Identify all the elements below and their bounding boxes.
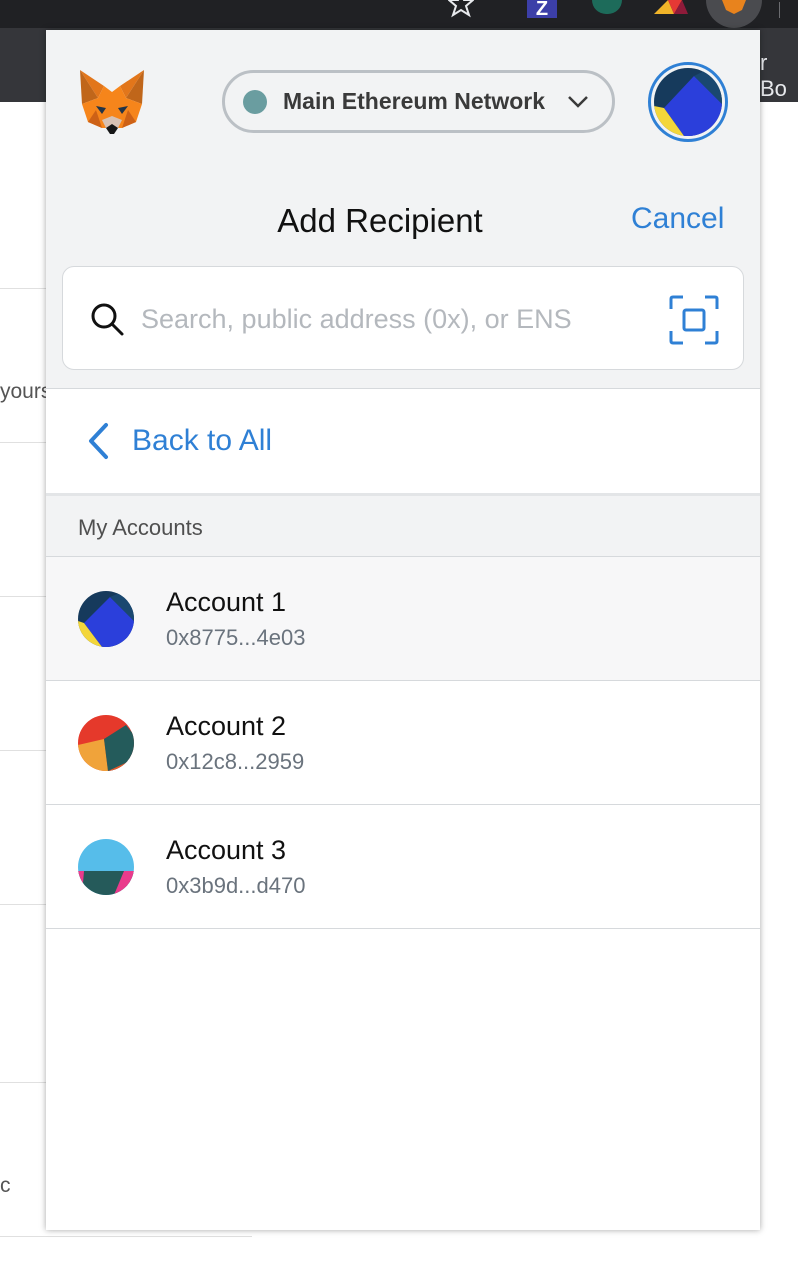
back-to-all-label: Back to All xyxy=(132,424,273,457)
chevron-left-icon xyxy=(89,423,108,459)
avatar xyxy=(654,68,722,136)
search-box xyxy=(62,266,744,370)
extension-colorful-icon[interactable] xyxy=(654,0,688,14)
avatar xyxy=(78,715,134,771)
page-title: Add Recipient xyxy=(277,202,483,239)
avatar xyxy=(78,591,134,647)
bg-divider xyxy=(0,1236,252,1237)
my-accounts-section-header: My Accounts xyxy=(46,493,760,557)
toolbar-separator xyxy=(779,2,780,18)
metamask-fox-icon[interactable] xyxy=(78,70,146,134)
account-list-item[interactable]: Account 1 0x8775...4e03 xyxy=(46,557,760,681)
network-status-dot xyxy=(243,89,267,114)
extension-z-icon[interactable]: Z xyxy=(527,0,557,18)
account-avatar-button[interactable] xyxy=(648,62,728,142)
browser-tab-text: r Bo xyxy=(760,50,787,101)
account-address: 0x12c8...2959 xyxy=(166,749,305,774)
network-label: Main Ethereum Network xyxy=(283,88,545,114)
account-list-item[interactable]: Account 2 0x12c8...2959 xyxy=(46,681,760,805)
section-label: My Accounts xyxy=(78,515,203,540)
back-to-all-link[interactable]: Back to All xyxy=(46,389,760,493)
chevron-down-icon xyxy=(568,96,588,108)
account-name: Account 2 xyxy=(166,711,287,741)
account-list-item[interactable]: Account 3 0x3b9d...d470 xyxy=(46,805,760,929)
qr-scan-icon[interactable] xyxy=(669,295,719,345)
cancel-button[interactable]: Cancel xyxy=(631,202,724,236)
network-selector-button[interactable]: Main Ethereum Network xyxy=(222,70,615,133)
account-address: 0x8775...4e03 xyxy=(166,625,306,650)
star-icon[interactable] xyxy=(448,0,474,18)
search-input[interactable] xyxy=(141,289,641,349)
account-address: 0x3b9d...d470 xyxy=(166,873,306,898)
bg-text: c xyxy=(0,1174,11,1197)
account-name: Account 1 xyxy=(166,587,287,617)
metamask-fox-icon xyxy=(722,0,746,14)
search-icon xyxy=(91,303,124,336)
account-name: Account 3 xyxy=(166,835,287,865)
bg-text: yours xyxy=(0,380,52,403)
popup-header: Main Ethereum Network Add Recipient Canc… xyxy=(46,30,760,388)
metamask-popup: Main Ethereum Network Add Recipient Canc… xyxy=(46,30,760,1230)
avatar xyxy=(78,839,134,895)
